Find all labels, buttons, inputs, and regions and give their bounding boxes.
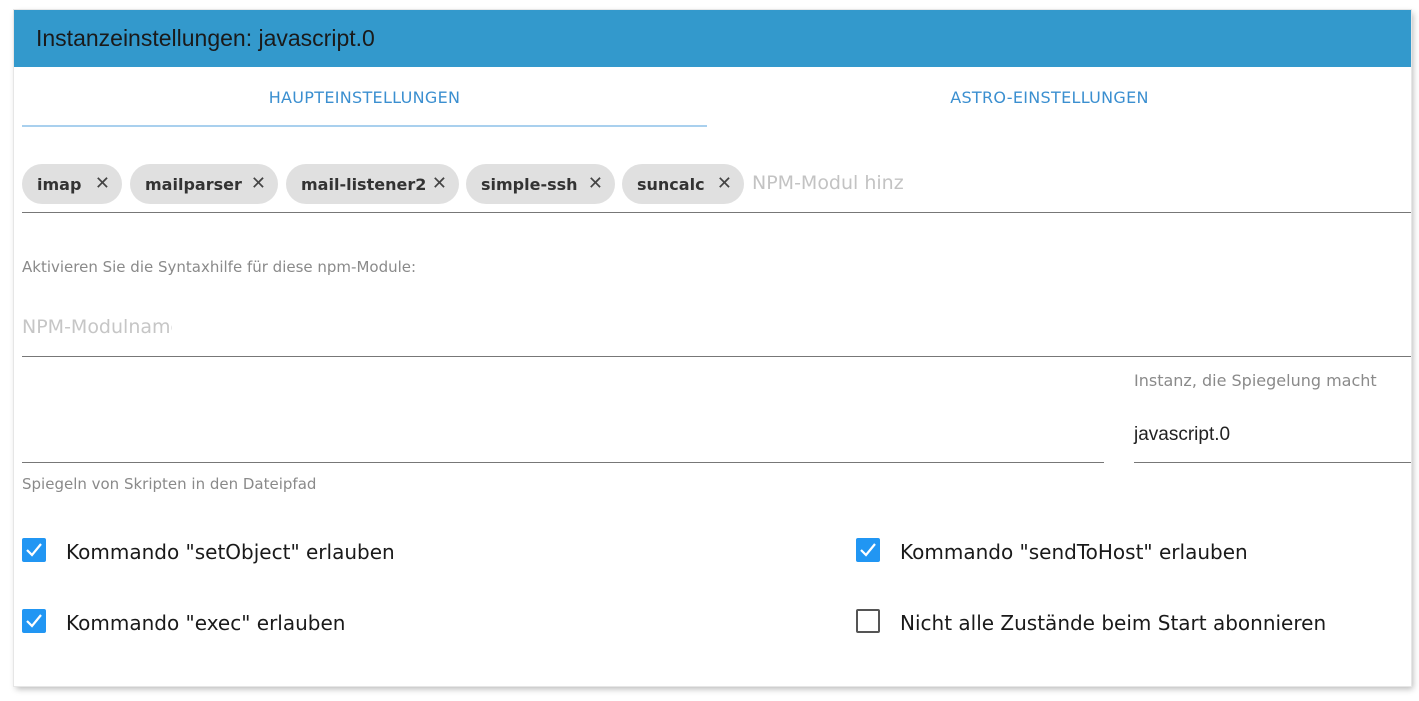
setobject-checkbox[interactable] <box>22 538 46 562</box>
tab-haupteinstellungen[interactable]: HAUPTEINSTELLUNGEN <box>22 67 707 127</box>
close-icon[interactable]: ✕ <box>588 173 603 194</box>
npm-modulname-underline <box>22 356 1411 357</box>
chip-label: suncalc <box>637 174 705 194</box>
chip-label: mail-listener2 <box>301 174 427 194</box>
setobject-label: Kommando "setObject" erlauben <box>66 540 395 564</box>
syntax-help-label: Aktivieren Sie die Syntaxhilfe für diese… <box>22 258 417 276</box>
exec-checkbox[interactable] <box>22 609 46 633</box>
mirror-path-input[interactable] <box>22 422 1102 444</box>
no-subscribe-label: Nicht alle Zustände beim Start abonniere… <box>900 611 1327 635</box>
settings-dialog: Instanzeinstellungen: javascript.0 HAUPT… <box>14 10 1411 686</box>
npm-modules-field[interactable]: imap ✕ mailparser ✕ mail-listener2 ✕ sim… <box>22 164 1411 213</box>
sendtohost-checkbox[interactable] <box>856 538 880 562</box>
mirror-instance-select[interactable]: javascript.0 <box>1134 424 1230 446</box>
close-icon[interactable]: ✕ <box>717 173 732 194</box>
tab-label: ASTRO-EINSTELLUNGEN <box>950 87 1149 107</box>
chip-label: imap <box>37 174 82 194</box>
close-icon[interactable]: ✕ <box>95 173 110 194</box>
tab-label: HAUPTEINSTELLUNGEN <box>268 87 461 107</box>
mirror-path-helper: Spiegeln von Skripten in den Dateipfad <box>22 475 317 493</box>
mirror-path-underline <box>22 462 1104 463</box>
title-bar: Instanzeinstellungen: javascript.0 <box>14 10 1411 67</box>
sendtohost-label: Kommando "sendToHost" erlauben <box>900 540 1248 564</box>
chip-simple-ssh: simple-ssh ✕ <box>466 164 615 204</box>
npm-module-add-input[interactable] <box>752 172 904 194</box>
chip-mailparser: mailparser ✕ <box>130 164 278 204</box>
checkmark-icon <box>860 543 876 557</box>
chip-imap: imap ✕ <box>22 164 122 204</box>
chip-mail-listener2: mail-listener2 ✕ <box>286 164 459 204</box>
mirror-instance-underline <box>1134 462 1411 463</box>
close-icon[interactable]: ✕ <box>251 173 266 194</box>
chip-label: simple-ssh <box>481 174 578 194</box>
tab-astro-einstellungen[interactable]: ASTRO-EINSTELLUNGEN <box>707 67 1392 127</box>
close-icon[interactable]: ✕ <box>432 173 447 194</box>
chip-label: mailparser <box>145 174 242 194</box>
npm-modulname-input[interactable] <box>22 316 172 338</box>
mirror-instance-label: Instanz, die Spiegelung macht <box>1134 371 1377 390</box>
dialog-title: Instanzeinstellungen: javascript.0 <box>36 25 375 51</box>
checkmark-icon <box>26 614 42 628</box>
exec-label: Kommando "exec" erlauben <box>66 611 346 635</box>
no-subscribe-checkbox[interactable] <box>856 609 880 633</box>
checkmark-icon <box>26 543 42 557</box>
chip-suncalc: suncalc ✕ <box>622 164 744 204</box>
